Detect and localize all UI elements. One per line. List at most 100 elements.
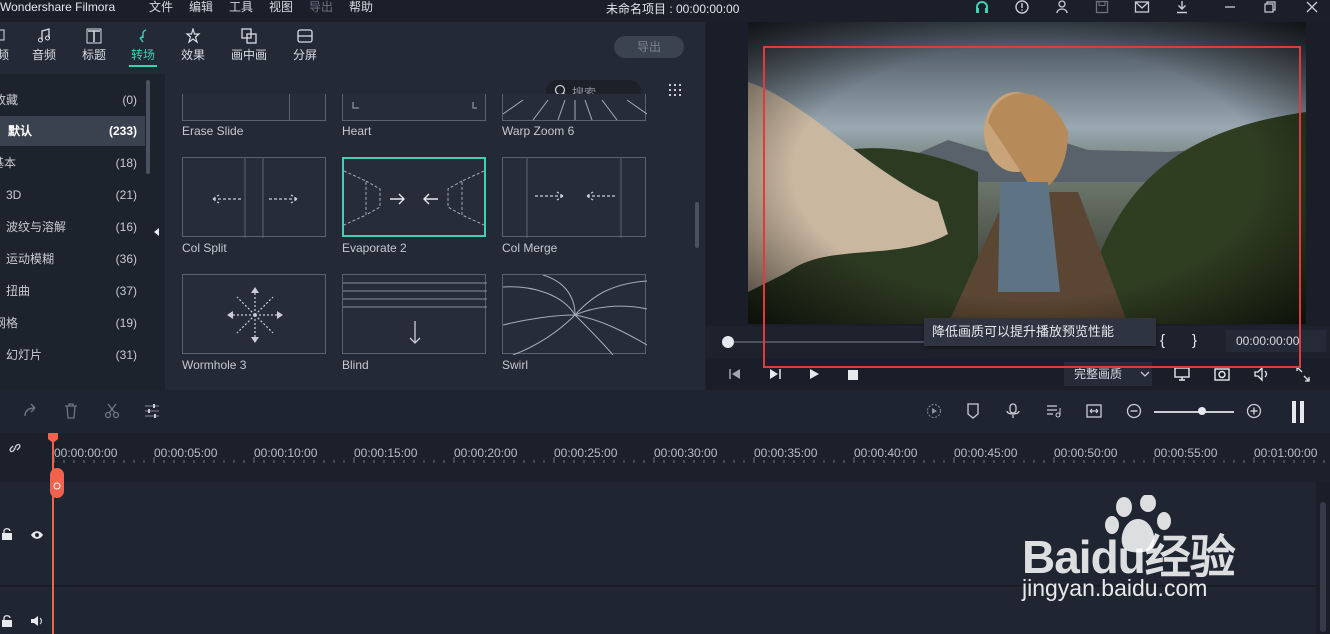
play-pause-icon[interactable] — [768, 368, 782, 383]
prev-frame-icon[interactable] — [728, 368, 742, 383]
title-bar: Wondershare Filmora 文件 编辑 工具 视图 导出 帮助 未命… — [0, 0, 1330, 22]
transition-icon — [129, 28, 157, 44]
info-icon[interactable] — [1014, 0, 1030, 14]
thumb-label-col-split: Col Split — [182, 241, 227, 255]
restore-icon[interactable] — [1262, 0, 1278, 14]
menu-view[interactable]: 视图 — [269, 0, 293, 14]
zoom-slider-thumb[interactable] — [1198, 407, 1206, 415]
music-note-icon — [30, 28, 58, 44]
thumb-wormhole-3[interactable] — [182, 274, 326, 354]
user-icon[interactable] — [1054, 0, 1070, 14]
download-icon[interactable] — [1174, 0, 1190, 14]
thumb-swirl[interactable] — [502, 274, 647, 355]
export-button[interactable]: 导出 — [614, 36, 684, 58]
menu-tools[interactable]: 工具 — [229, 0, 253, 14]
display-icon[interactable] — [1174, 366, 1190, 385]
pause-bars-icon[interactable] — [1290, 401, 1306, 426]
category-favorites[interactable]: 收藏 (0) — [0, 85, 145, 115]
menu-edit[interactable]: 编辑 — [189, 0, 213, 14]
save-icon[interactable] — [1094, 0, 1110, 14]
tab-transitions[interactable]: 转场 — [129, 28, 157, 63]
media-icon — [0, 28, 14, 44]
volume-icon[interactable] — [1254, 366, 1270, 385]
project-title: 未命名项目 : 00:00:00:00 — [606, 2, 740, 16]
split-screen-icon — [291, 28, 319, 44]
thumb-label-erase-slide: Erase Slide — [182, 124, 244, 138]
menu-file[interactable]: 文件 — [149, 0, 173, 14]
collapse-arrow-icon[interactable] — [152, 226, 160, 240]
thumb-blind[interactable] — [342, 274, 487, 354]
zoom-out-icon[interactable] — [1126, 403, 1142, 422]
menu-help[interactable]: 帮助 — [349, 0, 373, 14]
pip-icon — [229, 28, 269, 44]
category-3d[interactable]: 3D (21) — [0, 180, 145, 210]
marker-icon[interactable] — [966, 403, 980, 422]
render-icon[interactable] — [926, 403, 942, 422]
tab-audio-label: 音频 — [31, 48, 56, 62]
category-scrollbar[interactable] — [146, 80, 150, 174]
tab-media-label: 频 — [0, 48, 9, 62]
eye-icon[interactable] — [30, 529, 44, 543]
timeline-scrollbar[interactable] — [1316, 482, 1330, 634]
category-distort[interactable]: 扭曲 (37) — [0, 276, 145, 306]
thumb-label-wormhole-3: Wormhole 3 — [182, 358, 247, 372]
ruler-label: 00:00:40:00 — [854, 446, 918, 460]
fit-timeline-icon[interactable] — [1086, 403, 1102, 422]
highlight-box — [763, 46, 1301, 368]
thumb-col-split[interactable] — [182, 157, 326, 238]
thumb-heart[interactable] — [342, 94, 486, 121]
close-icon[interactable] — [1304, 0, 1320, 14]
microphone-icon[interactable] — [1006, 403, 1020, 422]
scrubber-handle[interactable] — [722, 336, 734, 348]
mail-icon[interactable] — [1134, 0, 1150, 14]
tab-effects-label: 效果 — [180, 48, 205, 62]
voiceover-list-icon[interactable] — [1046, 403, 1062, 422]
scissors-icon[interactable] — [104, 403, 120, 422]
adjust-icon[interactable] — [144, 403, 160, 422]
tab-titles[interactable]: 标题 — [80, 28, 108, 63]
category-slideshow[interactable]: 幻灯片 (31) — [0, 340, 145, 370]
speaker-icon[interactable] — [30, 615, 44, 630]
thumb-warp-zoom-6[interactable] — [502, 94, 647, 121]
ruler-label: 00:00:00:00 — [54, 446, 118, 460]
play-icon[interactable] — [808, 368, 820, 383]
grid-view-icon[interactable] — [669, 84, 683, 101]
tab-split-screen[interactable]: 分屏 — [291, 28, 319, 63]
delete-icon[interactable] — [64, 403, 78, 422]
lock-icon[interactable] — [2, 528, 12, 543]
fullscreen-icon[interactable] — [1296, 366, 1310, 385]
category-grid[interactable]: 网格 (19) — [0, 308, 145, 338]
zoom-in-icon[interactable] — [1246, 403, 1262, 422]
audio-lock-icon[interactable] — [2, 615, 12, 630]
category-motion-blur[interactable]: 运动模糊 (36) — [0, 244, 145, 274]
tab-pip[interactable]: 画中画 — [229, 28, 269, 63]
category-default[interactable]: 默认 (233) — [0, 116, 145, 146]
menu-export[interactable]: 导出 — [309, 0, 333, 14]
ruler-label: 00:00:25:00 — [554, 446, 618, 460]
playhead-scissor-marker[interactable] — [50, 468, 64, 498]
thumb-erase-slide[interactable] — [182, 94, 326, 121]
tab-audio[interactable]: 音频 — [30, 28, 58, 63]
stop-icon[interactable] — [848, 369, 858, 383]
thumb-col-merge[interactable] — [502, 157, 646, 238]
redo-icon[interactable] — [22, 403, 38, 422]
ruler-label: 00:00:20:00 — [454, 446, 518, 460]
thumb-evaporate-2[interactable] — [342, 157, 486, 237]
ruler-label: 00:00:15:00 — [354, 446, 418, 460]
tab-media[interactable]: 频 — [0, 28, 14, 63]
ruler-label: 00:00:30:00 — [654, 446, 718, 460]
headset-icon[interactable] — [974, 0, 990, 14]
grid-scrollbar[interactable] — [695, 202, 699, 248]
thumb-label-warp-zoom-6: Warp Zoom 6 — [502, 124, 575, 138]
category-basic[interactable]: 基本(18) — [0, 148, 145, 178]
snapshot-icon[interactable] — [1214, 366, 1230, 385]
category-ripple-dissolve[interactable]: 波纹与溶解 (16) — [0, 212, 145, 242]
playhead[interactable] — [52, 433, 54, 634]
ruler-label: 00:00:35:00 — [754, 446, 818, 460]
zoom-slider-track[interactable] — [1154, 411, 1234, 413]
thumb-label-evaporate-2: Evaporate 2 — [342, 241, 407, 255]
tab-effects[interactable]: 效果 — [179, 26, 207, 63]
minimize-icon[interactable] — [1222, 0, 1238, 14]
tab-pip-label: 画中画 — [230, 48, 267, 62]
link-icon[interactable] — [8, 441, 22, 458]
